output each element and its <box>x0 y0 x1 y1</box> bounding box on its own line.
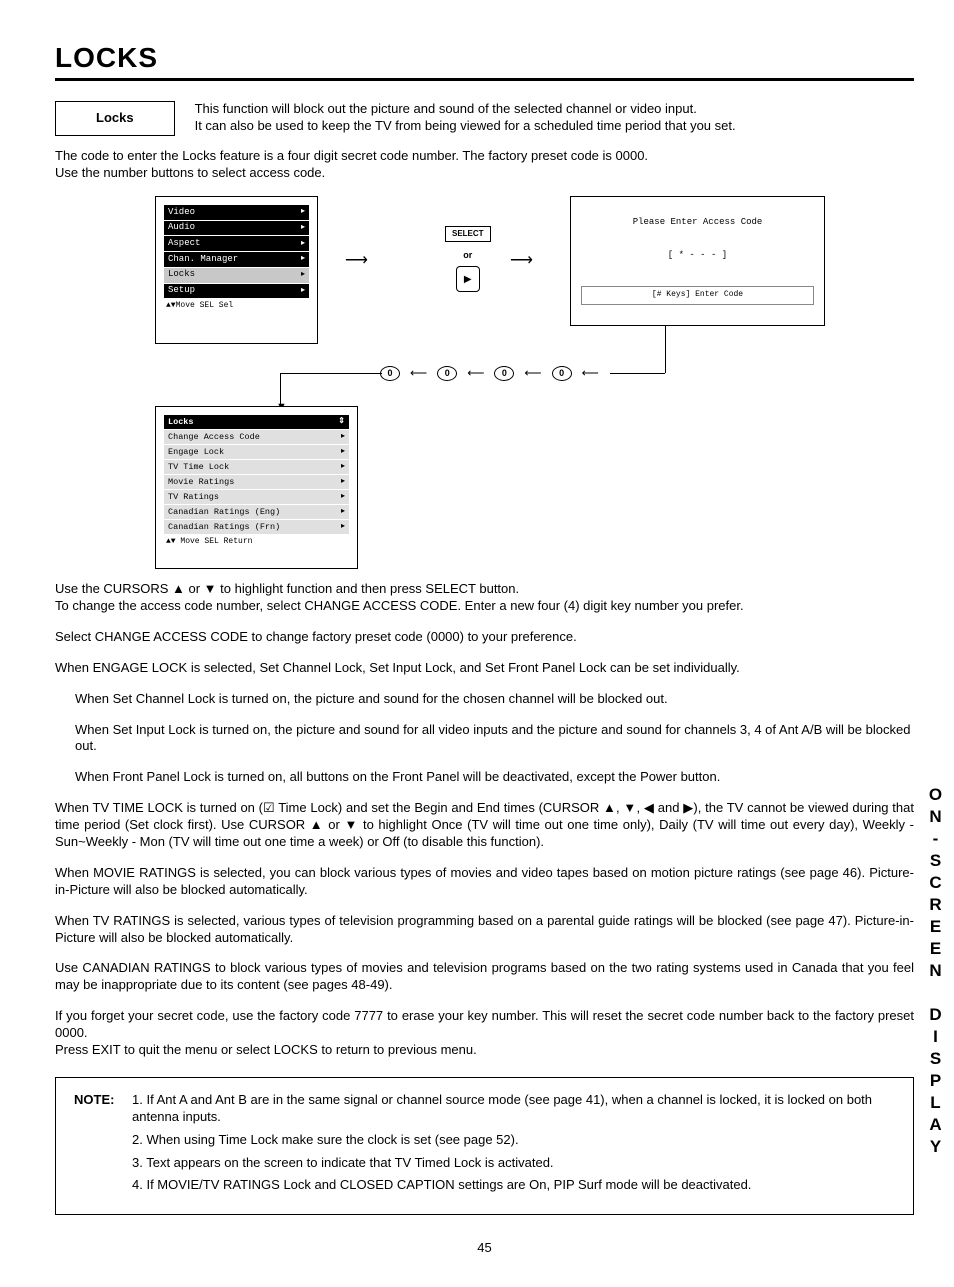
body-p3: When ENGAGE LOCK is selected, Set Channe… <box>55 660 914 677</box>
submenu-change-access: Change Access Code▸ <box>164 430 349 444</box>
access-line-2: [ * - - - ] <box>581 250 814 262</box>
main-menu-screenshot: Video▸ Audio▸ Aspect▸ Chan. Manager▸ Loc… <box>155 196 318 344</box>
body-p10: Use CANADIAN RATINGS to block various ty… <box>55 960 914 994</box>
intro-text: This function will block out the picture… <box>195 101 914 135</box>
menu1-footer: ▲▼Move SEL Sel <box>164 300 309 312</box>
body-p11: If you forget your secret code, use the … <box>55 1008 914 1042</box>
body-p9: When TV RATINGS is selected, various typ… <box>55 913 914 947</box>
body-p12: Press EXIT to quit the menu or select LO… <box>55 1042 914 1059</box>
submenu-can-frn: Canadian Ratings (Frn)▸ <box>164 520 349 534</box>
arrow-left-icon: ⟵ <box>582 366 599 382</box>
intro-line-2: It can also be used to keep the TV from … <box>195 118 914 135</box>
diagram: Video▸ Audio▸ Aspect▸ Chan. Manager▸ Loc… <box>55 196 914 566</box>
access-line-3: [# Keys] Enter Code <box>581 286 814 304</box>
intro-line-1: This function will block out the picture… <box>195 101 914 118</box>
flow-arrow-1: ⟶ <box>345 251 368 272</box>
page-title: LOCKS <box>55 40 914 81</box>
body-p6: When Front Panel Lock is turned on, all … <box>75 769 914 786</box>
arrow-left-icon: ⟵ <box>524 366 541 382</box>
menu-item-chan-manager: Chan. Manager▸ <box>164 252 309 267</box>
note-item-3: 3. Text appears on the screen to indicat… <box>132 1155 895 1172</box>
code-para-1: The code to enter the Locks feature is a… <box>55 148 914 165</box>
play-button-graphic: ▶ <box>456 266 480 292</box>
body-p4: When Set Channel Lock is turned on, the … <box>75 691 914 708</box>
menu-item-setup: Setup▸ <box>164 284 309 299</box>
body-p8: When MOVIE RATINGS is selected, you can … <box>55 865 914 899</box>
menu-item-aspect: Aspect▸ <box>164 236 309 251</box>
submenu-engage-lock: Engage Lock▸ <box>164 445 349 459</box>
select-or-play: SELECT or ▶ <box>445 226 491 292</box>
submenu-header: Locks⇕ <box>164 415 349 429</box>
note-label: NOTE: <box>74 1092 132 1200</box>
body-p5: When Set Input Lock is turned on, the pi… <box>75 722 914 756</box>
page-number: 45 <box>55 1240 914 1257</box>
submenu-movie-ratings: Movie Ratings▸ <box>164 475 349 489</box>
digit-2: 0 <box>494 366 514 381</box>
digit-3: 0 <box>552 366 572 381</box>
note-item-1: 1. If Ant A and Ant B are in the same si… <box>132 1092 895 1126</box>
locks-submenu-screenshot: Locks⇕ Change Access Code▸ Engage Lock▸ … <box>155 406 358 569</box>
menu-item-audio: Audio▸ <box>164 221 309 236</box>
note-item-2: 2. When using Time Lock make sure the cl… <box>132 1132 895 1149</box>
body-p1a: Use the CURSORS ▲ or ▼ to highlight func… <box>55 581 914 598</box>
body-p2: Select CHANGE ACCESS CODE to change fact… <box>55 629 914 646</box>
access-line-1: Please Enter Access Code <box>581 217 814 229</box>
arrow-left-icon: ⟵ <box>467 366 484 382</box>
arrow-left-icon: ⟵ <box>410 366 427 382</box>
digit-0: 0 <box>380 366 400 381</box>
connector-line <box>610 373 665 374</box>
note-item-4: 4. If MOVIE/TV RATINGS Lock and CLOSED C… <box>132 1177 895 1194</box>
select-button-graphic: SELECT <box>445 226 491 242</box>
menu-item-video: Video▸ <box>164 205 309 220</box>
intro-row: Locks This function will block out the p… <box>55 101 914 136</box>
side-tab: ON-SCREEN DISPLAY <box>924 785 946 1159</box>
menu-item-locks: Locks▸ <box>164 268 309 283</box>
locks-box: Locks <box>55 101 175 136</box>
body-p7: When TV TIME LOCK is turned on (☑ Time L… <box>55 800 914 851</box>
digit-row: 0 ⟵ 0 ⟵ 0 ⟵ 0 ⟵ <box>380 366 599 382</box>
note-box: NOTE: 1. If Ant A and Ant B are in the s… <box>55 1077 914 1215</box>
connector-line <box>280 373 382 374</box>
submenu-can-eng: Canadian Ratings (Eng)▸ <box>164 505 349 519</box>
access-code-screenshot: Please Enter Access Code [ * - - - ] [# … <box>570 196 825 326</box>
digit-1: 0 <box>437 366 457 381</box>
connector-line <box>665 326 666 373</box>
flow-arrow-2: ⟶ <box>510 251 533 272</box>
code-para-2: Use the number buttons to select access … <box>55 165 914 182</box>
submenu-footer: ▲▼ Move SEL Return <box>164 536 349 548</box>
body-p1b: To change the access code number, select… <box>55 598 914 615</box>
submenu-tv-ratings: TV Ratings▸ <box>164 490 349 504</box>
submenu-tv-time-lock: TV Time Lock▸ <box>164 460 349 474</box>
or-label: or <box>445 250 491 262</box>
